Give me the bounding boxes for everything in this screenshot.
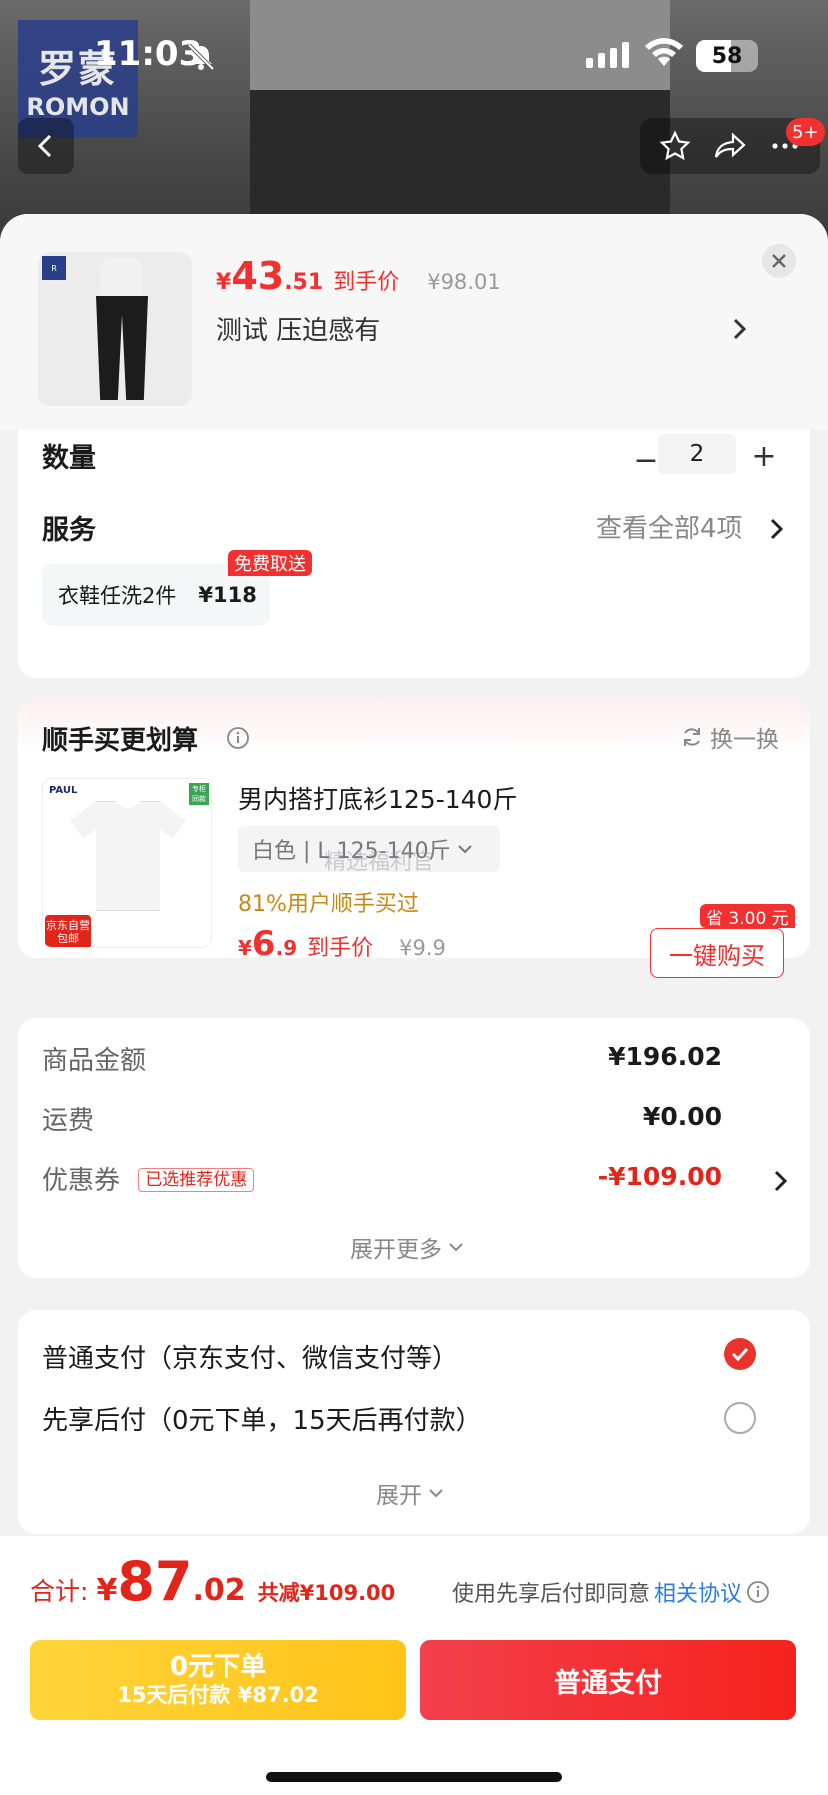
battery-icon: 58 <box>696 40 758 72</box>
share-icon[interactable] <box>713 130 747 162</box>
info-icon[interactable] <box>226 726 250 750</box>
checked-icon[interactable] <box>724 1338 756 1370</box>
service-label: 服务 <box>42 515 96 546</box>
chevron-left-icon <box>37 134 52 158</box>
goods-amount-label: 商品金额 <box>42 1046 147 1076</box>
info-icon[interactable] <box>746 1580 770 1604</box>
payment-card: 普通支付（京东支付、微信支付等） 先享后付（0元下单，15天后再付款） 展开 <box>18 1310 810 1534</box>
shipping-row: 运费 ¥0.00 <box>42 1100 786 1137</box>
close-button[interactable] <box>762 244 796 278</box>
agreement-link[interactable]: 相关协议 <box>654 1576 742 1608</box>
bundle-price-tag: 到手价 <box>307 936 374 961</box>
total-integer: 87 <box>117 1550 193 1613</box>
price-integer: 43 <box>231 254 285 298</box>
product-price: ¥ 43 .51 到手价 ¥98.01 <box>216 254 501 298</box>
chevron-right-icon[interactable] <box>772 1168 790 1194</box>
chevron-down-icon <box>449 1243 463 1252</box>
coupon-tag: 已选推荐优惠 <box>138 1168 255 1192</box>
payment-option-later-label: 先享后付（0元下单，15天后再付款） <box>42 1406 482 1436</box>
star-icon[interactable] <box>659 130 691 162</box>
pay-later-title: 0元下单 <box>169 1651 267 1682</box>
quantity-plus-button[interactable]: + <box>742 434 786 478</box>
price-currency: ¥ <box>216 270 232 295</box>
bundle-product-name[interactable]: 男内搭打底衫125-140斤 <box>238 780 517 816</box>
home-indicator[interactable] <box>266 1772 562 1782</box>
goods-amount-value: ¥196.02 <box>608 1042 722 1071</box>
bell-muted-icon <box>187 43 215 71</box>
chevron-down-icon <box>457 845 472 854</box>
one-click-buy-button[interactable]: 一键购买 <box>650 928 784 978</box>
radio-unchecked-icon[interactable] <box>724 1402 756 1434</box>
wifi-icon <box>645 38 683 66</box>
battery-level: 58 <box>711 43 743 69</box>
amount-card: 商品金额 ¥196.02 运费 ¥0.00 优惠券 已选推荐优惠 -¥109.0… <box>18 1018 810 1278</box>
checkout-footer: 合计: ¥ 87 .02 共减¥109.00 使用先享后付即同意 相关协议 0元… <box>0 1536 828 1795</box>
agreement-text: 使用先享后付即同意 相关协议 <box>452 1576 770 1608</box>
swap-label: 换一换 <box>710 727 779 753</box>
bundle-price-currency: ¥ <box>238 936 252 960</box>
close-icon <box>772 254 786 268</box>
counter-badge: 专柜同款 <box>189 783 209 805</box>
total-currency: ¥ <box>96 1573 118 1608</box>
refresh-icon <box>684 728 700 746</box>
total-decimal: .02 <box>192 1573 246 1608</box>
signal-icon <box>586 42 629 68</box>
bought-hint: 81%用户顺手买过 <box>238 892 419 917</box>
quantity-input[interactable]: 2 <box>658 434 736 474</box>
coupon-row[interactable]: 优惠券 已选推荐优惠 -¥109.00 <box>42 1160 786 1197</box>
jd-self-label: 京东自营 <box>46 918 90 932</box>
bundle-price-decimal: .9 <box>275 936 298 960</box>
expand-payment-button[interactable]: 展开 <box>376 1476 444 1510</box>
price-decimal: .51 <box>284 270 324 295</box>
original-price: ¥98.01 <box>427 270 501 294</box>
free-pickup-badge: 免费取送 <box>228 550 312 576</box>
jd-self-badge: 京东自营 包邮 <box>45 915 91 947</box>
total-label: 合计: <box>30 1577 89 1606</box>
chevron-right-icon[interactable] <box>730 314 750 344</box>
status-bar: 11:03 58 <box>0 0 828 110</box>
shipping-value: ¥0.00 <box>642 1102 722 1131</box>
swap-button[interactable]: 换一换 <box>680 720 779 754</box>
coupon-label: 优惠券 <box>42 1166 121 1196</box>
save-badge: 省 3.00 元 <box>700 904 795 929</box>
back-button[interactable] <box>18 118 74 174</box>
bundle-product-image[interactable]: PAUL 专柜同款 京东自营 包邮 <box>42 778 212 948</box>
chevron-down-icon <box>429 1489 443 1498</box>
product-thumbnail[interactable]: R <box>38 252 192 406</box>
bundle-original-price: ¥9.9 <box>399 936 446 960</box>
expand-more-button[interactable]: 展开更多 <box>350 1230 464 1264</box>
order-total: 合计: ¥ 87 .02 共减¥109.00 <box>30 1550 395 1613</box>
payment-option-standard[interactable]: 普通支付（京东支付、微信支付等） <box>42 1338 786 1375</box>
total-savings: 共减¥109.00 <box>257 1581 396 1605</box>
service-item-price: ¥118 <box>198 583 257 607</box>
free-shipping-label: 包邮 <box>57 932 79 945</box>
goods-amount-row: 商品金额 ¥196.02 <box>42 1040 786 1077</box>
message-badge: 5+ <box>786 118 825 146</box>
chevron-right-icon[interactable] <box>768 516 786 542</box>
coupon-value: -¥109.00 <box>597 1162 722 1191</box>
sheet-header: R ¥ 43 .51 到手价 ¥98.01 测试 压迫感有 <box>0 214 828 430</box>
paul-logo: PAUL <box>49 785 78 796</box>
expand-payment-label: 展开 <box>376 1483 422 1509</box>
service-view-all[interactable]: 查看全部4项 <box>596 508 743 545</box>
quantity-service-card: 数量 − 2 + 服务 查看全部4项 衣鞋任洗2件 ¥118 免费取送 <box>18 430 810 678</box>
pay-later-subtitle: 15天后付款 ¥87.02 <box>117 1683 319 1707</box>
shipping-label: 运费 <box>42 1106 95 1136</box>
payment-option-standard-label: 普通支付（京东支付、微信支付等） <box>42 1344 459 1374</box>
watermark: 精选福利官 <box>324 850 435 875</box>
agreement-prefix: 使用先享后付即同意 <box>452 1582 651 1607</box>
bundle-card: 顺手买更划算 换一换 PAUL 专柜同款 京东自营 包邮 男内搭打底衫125-1… <box>18 698 810 978</box>
bundle-title: 顺手买更划算 <box>42 726 199 756</box>
expand-more-label: 展开更多 <box>350 1237 442 1263</box>
pay-later-button[interactable]: 0元下单 15天后付款 ¥87.02 <box>30 1640 406 1720</box>
quantity-label: 数量 <box>42 443 96 474</box>
service-item-name: 衣鞋任洗2件 <box>58 584 177 608</box>
selected-spec[interactable]: 测试 压迫感有 <box>216 310 380 347</box>
payment-option-later[interactable]: 先享后付（0元下单，15天后再付款） <box>42 1400 786 1437</box>
thumbnail-brand-mark: R <box>42 256 66 280</box>
bundle-price-integer: 6 <box>251 924 276 964</box>
standard-pay-button[interactable]: 普通支付 <box>420 1640 796 1720</box>
price-tag: 到手价 <box>333 270 400 295</box>
bundle-price: ¥ 6 .9 到手价 ¥9.9 <box>238 924 446 964</box>
